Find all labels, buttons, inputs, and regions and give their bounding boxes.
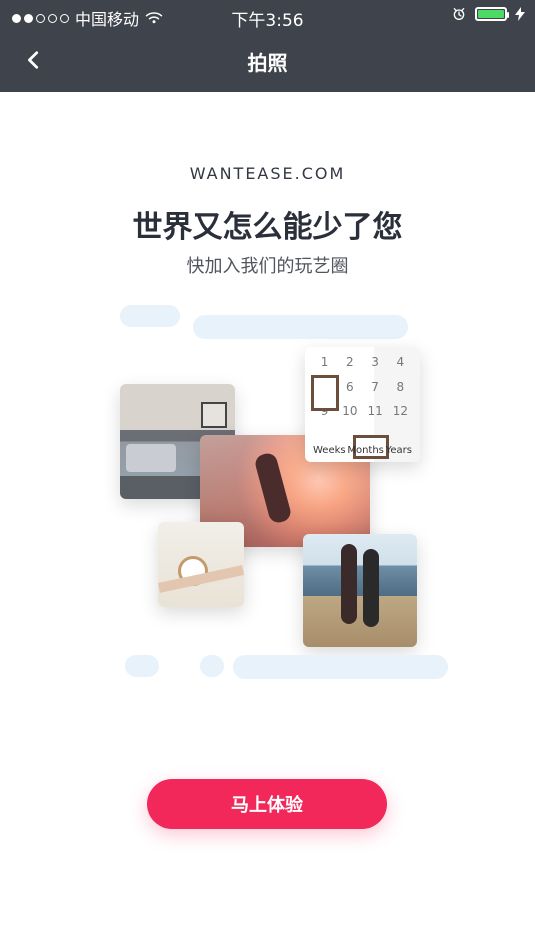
headline: 世界又怎么能少了您 bbox=[132, 210, 403, 245]
navigation-bar: 拍照 bbox=[0, 30, 535, 92]
photo-watch bbox=[158, 522, 244, 607]
start-experience-button[interactable]: 马上体验 bbox=[147, 779, 387, 829]
battery-level bbox=[478, 10, 504, 18]
signal-dot-filled bbox=[12, 13, 21, 23]
chevron-left-icon bbox=[28, 51, 39, 69]
status-right bbox=[451, 6, 525, 22]
baby-labels: Weeks Months Years bbox=[313, 445, 412, 456]
decorative-pill bbox=[193, 315, 408, 339]
grid-number: 11 bbox=[367, 404, 383, 419]
nav-title: 拍照 bbox=[247, 50, 288, 75]
signal-dot-empty bbox=[48, 13, 57, 23]
carrier-label: 中国移动 bbox=[75, 10, 140, 29]
alarm-icon bbox=[453, 7, 465, 20]
label-years: Years bbox=[385, 445, 412, 456]
signal-dot-empty bbox=[60, 13, 69, 23]
grid-number: 10 bbox=[342, 404, 358, 419]
signal-dot-empty bbox=[36, 13, 45, 23]
brand-logo-text: WANTEASE.COM bbox=[189, 164, 346, 183]
grid-number: 2 bbox=[346, 355, 354, 369]
wifi-icon bbox=[145, 12, 163, 24]
status-bar: 中国移动 下午3:56 bbox=[0, 0, 535, 31]
grid-number: 6 bbox=[346, 379, 354, 394]
grid-number: 4 bbox=[396, 355, 405, 369]
photo-baby-milestones: 1 2 3 4 5 6 7 8 9 10 11 12 Weeks Months … bbox=[305, 347, 420, 462]
decorative-pill bbox=[233, 655, 448, 679]
decorative-pill bbox=[120, 305, 180, 327]
label-weeks: Weeks bbox=[313, 445, 346, 456]
battery-icon bbox=[475, 7, 509, 21]
content: WANTEASE.COM 世界又怎么能少了您 快加入我们的玩艺圈 1 2 3 4… bbox=[0, 92, 535, 947]
clock: 下午3:56 bbox=[231, 11, 304, 31]
signal-dot-filled bbox=[24, 13, 33, 23]
photo-couple-on-dock bbox=[303, 534, 417, 647]
subheadline: 快加入我们的玩艺圈 bbox=[186, 256, 349, 277]
status-left: 中国移动 bbox=[12, 6, 163, 30]
signal-strength bbox=[12, 13, 69, 23]
bolt-icon bbox=[515, 7, 525, 21]
decorative-pill bbox=[125, 655, 159, 677]
grid-number: 8 bbox=[396, 379, 405, 394]
grid-number: 3 bbox=[371, 355, 379, 369]
decorative-pill bbox=[200, 655, 224, 677]
back-button[interactable] bbox=[18, 44, 50, 76]
top-bar: 中国移动 下午3:56 拍照 bbox=[0, 0, 535, 92]
label-months: Months bbox=[347, 445, 384, 456]
grid-number: 7 bbox=[371, 379, 379, 394]
grid-number: 12 bbox=[392, 404, 409, 419]
picture-frame bbox=[311, 375, 339, 411]
